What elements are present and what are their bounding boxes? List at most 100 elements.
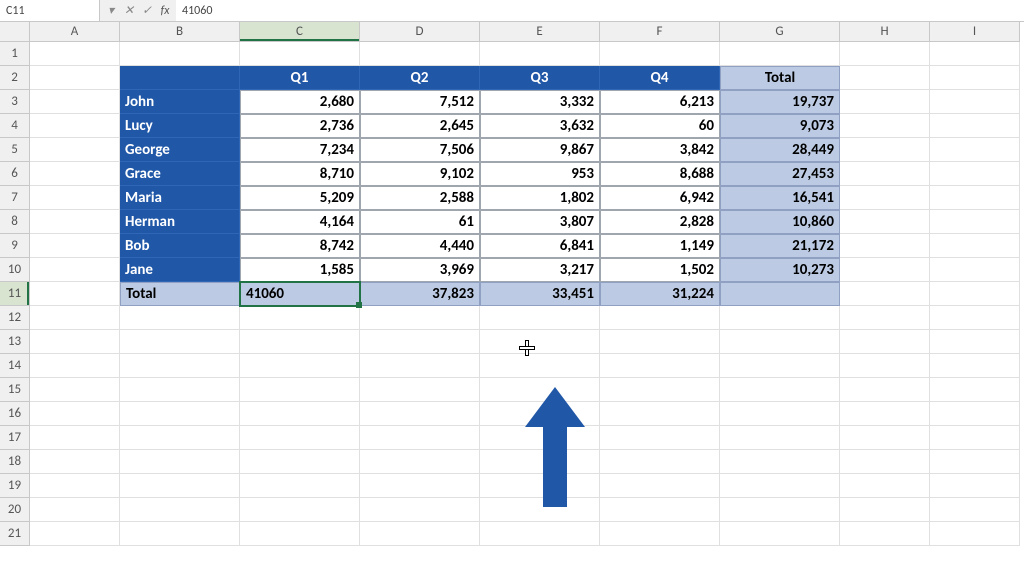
row-header-8[interactable]: 8 [0,210,30,234]
cell-F7[interactable]: 6,942 [600,186,720,210]
cell-I15[interactable] [930,378,1020,402]
column-header-H[interactable]: H [840,22,930,42]
cell-I7[interactable] [930,186,1020,210]
row-header-11[interactable]: 11 [0,282,30,306]
select-all-corner[interactable] [0,22,30,42]
cell-G5[interactable]: 28,449 [720,138,840,162]
row-header-9[interactable]: 9 [0,234,30,258]
cell-A15[interactable] [30,378,120,402]
cell-C6[interactable]: 8,710 [240,162,360,186]
cell-I12[interactable] [930,306,1020,330]
cell-I6[interactable] [930,162,1020,186]
cell-B17[interactable] [120,426,240,450]
cell-A8[interactable] [30,210,120,234]
cell-D15[interactable] [360,378,480,402]
cell-I13[interactable] [930,330,1020,354]
row-header-21[interactable]: 21 [0,522,30,546]
cell-G21[interactable] [720,522,840,546]
cell-F6[interactable]: 8,688 [600,162,720,186]
row-header-7[interactable]: 7 [0,186,30,210]
cell-E14[interactable] [480,354,600,378]
row-header-5[interactable]: 5 [0,138,30,162]
cell-D7[interactable]: 2,588 [360,186,480,210]
cell-G9[interactable]: 21,172 [720,234,840,258]
cell-G1[interactable] [720,42,840,66]
cell-I10[interactable] [930,258,1020,282]
cell-E3[interactable]: 3,332 [480,90,600,114]
cell-D6[interactable]: 9,102 [360,162,480,186]
cell-C15[interactable] [240,378,360,402]
row-header-2[interactable]: 2 [0,66,30,90]
cell-B3[interactable]: John [120,90,240,114]
cell-C19[interactable] [240,474,360,498]
cell-D4[interactable]: 2,645 [360,114,480,138]
cell-G19[interactable] [720,474,840,498]
cell-B10[interactable]: Jane [120,258,240,282]
column-header-E[interactable]: E [480,22,600,42]
column-header-B[interactable]: B [120,22,240,42]
cell-G4[interactable]: 9,073 [720,114,840,138]
cell-I20[interactable] [930,498,1020,522]
cell-F19[interactable] [600,474,720,498]
row-header-3[interactable]: 3 [0,90,30,114]
cell-F10[interactable]: 1,502 [600,258,720,282]
cell-C7[interactable]: 5,209 [240,186,360,210]
cell-F1[interactable] [600,42,720,66]
cell-E4[interactable]: 3,632 [480,114,600,138]
cell-D19[interactable] [360,474,480,498]
cell-E9[interactable]: 6,841 [480,234,600,258]
cell-A21[interactable] [30,522,120,546]
cell-B13[interactable] [120,330,240,354]
cell-B9[interactable]: Bob [120,234,240,258]
cell-G15[interactable] [720,378,840,402]
cell-F21[interactable] [600,522,720,546]
formula-bar-value[interactable]: 41060 [176,0,1024,21]
cell-D12[interactable] [360,306,480,330]
cell-E10[interactable]: 3,217 [480,258,600,282]
cell-G2[interactable]: Total [720,66,840,90]
cell-A14[interactable] [30,354,120,378]
row-header-6[interactable]: 6 [0,162,30,186]
column-header-I[interactable]: I [930,22,1020,42]
cell-H13[interactable] [840,330,930,354]
cell-F4[interactable]: 60 [600,114,720,138]
cell-F15[interactable] [600,378,720,402]
cell-C1[interactable] [240,42,360,66]
spreadsheet[interactable]: ABCDEFGHI 123456789101112131415161718192… [0,22,1024,576]
cell-G11[interactable] [720,282,840,306]
cell-A2[interactable] [30,66,120,90]
cell-A18[interactable] [30,450,120,474]
cell-A9[interactable] [30,234,120,258]
cell-F9[interactable]: 1,149 [600,234,720,258]
cell-D18[interactable] [360,450,480,474]
cell-F20[interactable] [600,498,720,522]
cell-H3[interactable] [840,90,930,114]
cell-G12[interactable] [720,306,840,330]
cell-E8[interactable]: 3,807 [480,210,600,234]
cell-B18[interactable] [120,450,240,474]
cell-H9[interactable] [840,234,930,258]
cell-B16[interactable] [120,402,240,426]
column-header-G[interactable]: G [720,22,840,42]
cell-C14[interactable] [240,354,360,378]
cell-G3[interactable]: 19,737 [720,90,840,114]
cell-H10[interactable] [840,258,930,282]
cell-I16[interactable] [930,402,1020,426]
row-header-10[interactable]: 10 [0,258,30,282]
cell-D21[interactable] [360,522,480,546]
cell-B2[interactable] [120,66,240,90]
cell-D16[interactable] [360,402,480,426]
cell-A17[interactable] [30,426,120,450]
cell-B21[interactable] [120,522,240,546]
cell-C10[interactable]: 1,585 [240,258,360,282]
row-header-16[interactable]: 16 [0,402,30,426]
cell-C2[interactable]: Q1 [240,66,360,90]
cell-C18[interactable] [240,450,360,474]
cell-F8[interactable]: 2,828 [600,210,720,234]
cell-G16[interactable] [720,402,840,426]
cell-F12[interactable] [600,306,720,330]
cell-C8[interactable]: 4,164 [240,210,360,234]
cell-I8[interactable] [930,210,1020,234]
cell-B4[interactable]: Lucy [120,114,240,138]
cell-E21[interactable] [480,522,600,546]
